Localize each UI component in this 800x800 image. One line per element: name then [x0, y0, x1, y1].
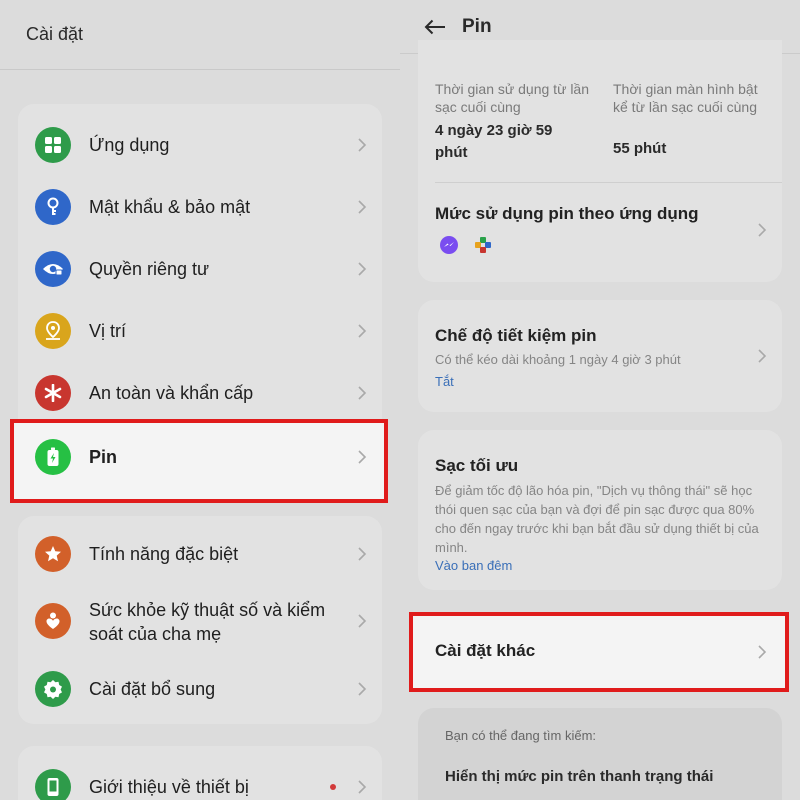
privacy-eye-icon [35, 251, 71, 287]
back-arrow-icon[interactable] [424, 16, 446, 38]
settings-item-label: Mật khẩu & bảo mật [89, 197, 251, 217]
notification-dot [330, 784, 336, 790]
chevron-right-icon [756, 348, 768, 364]
settings-item-label: Giới thiệu về thiết bị [89, 777, 249, 797]
settings-item-label: Tính năng đặc biệt [89, 544, 239, 564]
optimized-charging-title: Sạc tối ưu [435, 456, 519, 475]
settings-item-label: Ứng dụng [89, 135, 170, 155]
chevron-right-icon [356, 385, 368, 401]
settings-item-location[interactable]: Vị trí [18, 306, 382, 356]
battery-saver-desc: Có thể kéo dài khoảng 1 ngày 4 giờ 3 phú… [435, 352, 681, 367]
settings-header: Cài đặt [0, 0, 400, 70]
settings-item-privacy[interactable]: Quyền riêng tư [18, 244, 382, 294]
settings-pane: Cài đặt Ứng dụng Mật khẩu & bảo mật Quyề… [0, 0, 400, 800]
chevron-right-icon [356, 681, 368, 697]
chevron-right-icon [356, 779, 368, 795]
usage-since-charge-value: 4 ngày 23 giờ 59 phút [435, 122, 553, 161]
page-title: Pin [462, 15, 492, 37]
battery-saver-title: Chế độ tiết kiệm pin [435, 326, 597, 345]
puzzle-app-icon [474, 236, 492, 254]
app-usage-row[interactable]: Mức sử dụng pin theo ứng dụng [418, 184, 782, 280]
screen-on-label: Thời gian màn hình bật kể từ lần sạc cuố… [613, 81, 758, 115]
divider [435, 182, 782, 183]
messenger-icon [440, 236, 458, 254]
optimized-charging-desc: Để giảm tốc độ lão hóa pin, "Dịch vụ thô… [435, 483, 759, 555]
other-settings-row[interactable]: Cài đặt khác [418, 620, 782, 684]
settings-item-label: Cài đặt bổ sung [89, 679, 216, 699]
chevron-right-icon [356, 546, 368, 562]
optimized-charging-card[interactable]: Sạc tối ưu Để giảm tốc độ lão hóa pin, "… [418, 430, 782, 590]
settings-item-label: Vị trí [89, 321, 127, 341]
chevron-right-icon [356, 613, 368, 629]
chevron-right-icon [356, 449, 368, 465]
chevron-right-icon [356, 261, 368, 277]
phone-icon [35, 769, 71, 800]
page-title: Cài đặt [26, 24, 84, 44]
battery-saver-card[interactable]: Chế độ tiết kiệm pin Có thể kéo dài khoả… [418, 300, 782, 412]
other-settings-label: Cài đặt khác [435, 641, 536, 660]
screen-on-value: 55 phút [613, 140, 667, 157]
battery-pane: Pin Thời gian sử dụng từ lần sạc cuối cù… [400, 0, 800, 800]
settings-item-label: Pin [89, 447, 118, 467]
settings-item-label: Sức khỏe kỹ thuật số và kiểm soát của ch… [89, 600, 326, 644]
settings-item-safety-emergency[interactable]: An toàn và khẩn cấp [18, 368, 382, 418]
suggestion-item[interactable]: Hiển thị mức pin trên thanh trạng thái [445, 768, 713, 785]
usage-since-charge-label: Thời gian sử dụng từ lần sạc cuối cùng [435, 81, 590, 115]
heart-person-icon [35, 603, 71, 639]
settings-item-label: Quyền riêng tư [89, 259, 210, 279]
chevron-right-icon [756, 644, 768, 660]
chevron-right-icon [756, 222, 768, 238]
chevron-right-icon [356, 323, 368, 339]
settings-item-battery[interactable]: Pin [18, 432, 382, 482]
chevron-right-icon [356, 137, 368, 153]
settings-item-apps[interactable]: Ứng dụng [18, 120, 382, 170]
location-pin-icon [35, 313, 71, 349]
settings-item-label: An toàn và khẩn cấp [89, 383, 254, 403]
apps-grid-icon [35, 127, 71, 163]
key-icon [35, 189, 71, 225]
optimized-charging-status: Vào ban đêm [435, 558, 513, 573]
battery-icon [35, 439, 71, 475]
asterisk-icon [35, 375, 71, 411]
app-usage-title: Mức sử dụng pin theo ứng dụng [435, 204, 699, 223]
chevron-right-icon [356, 199, 368, 215]
suggestion-card: Bạn có thể đang tìm kiếm: Hiển thị mức p… [418, 708, 782, 800]
settings-item-additional-settings[interactable]: Cài đặt bổ sung [18, 664, 382, 714]
settings-item-digital-wellbeing[interactable]: Sức khỏe kỹ thuật số và kiểm soát của ch… [18, 594, 382, 648]
suggestion-heading: Bạn có thể đang tìm kiếm: [445, 728, 597, 743]
star-icon [35, 536, 71, 572]
gear-icon [35, 671, 71, 707]
settings-item-special-features[interactable]: Tính năng đặc biệt [18, 529, 382, 579]
settings-item-password-security[interactable]: Mật khẩu & bảo mật [18, 182, 382, 232]
battery-saver-status: Tắt [435, 374, 454, 389]
settings-item-about-device[interactable]: Giới thiệu về thiết bị [18, 762, 382, 800]
